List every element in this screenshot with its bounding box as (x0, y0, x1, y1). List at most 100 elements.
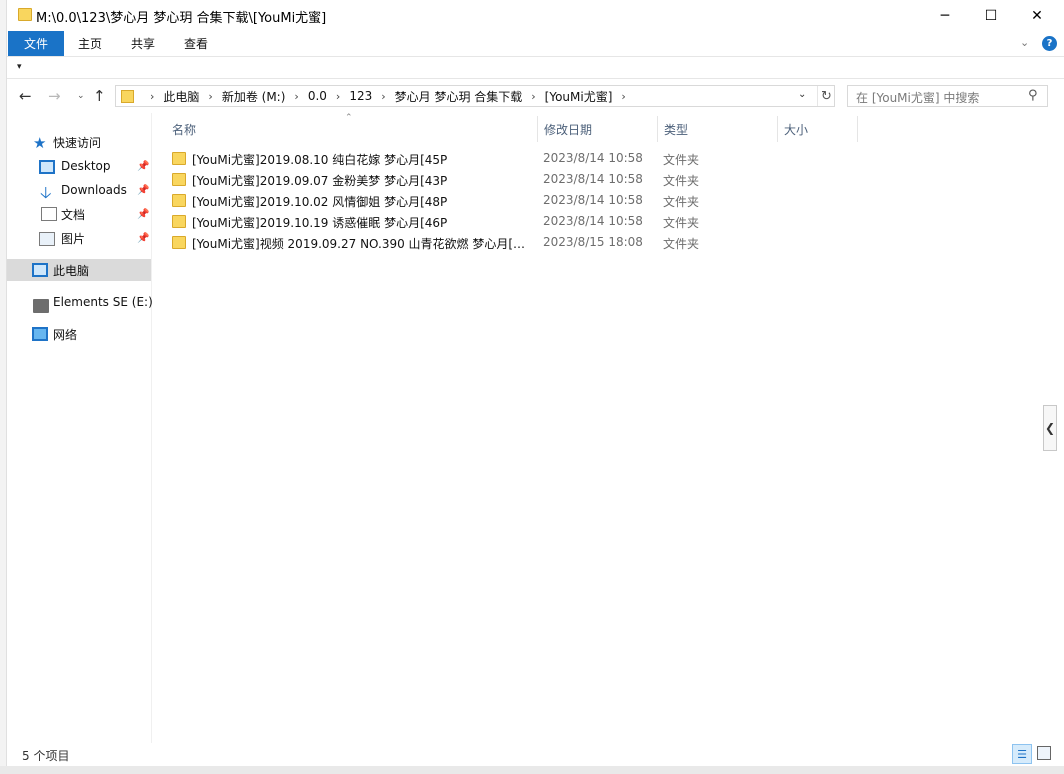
star-icon: ★ (33, 134, 47, 152)
file-type: 文件夹 (663, 237, 700, 251)
file-row[interactable]: [YouMi尤蜜]视频 2019.09.27 NO.390 山青花欲燃 梦心月[… (166, 232, 741, 253)
sidebar-item-label: Desktop (61, 159, 111, 173)
ribbon-tabs: 文件 主页 共享 查看 ⌄ ? (7, 31, 1064, 57)
sidebar-item-drive[interactable]: Elements SE (E:) (7, 291, 153, 313)
file-row[interactable]: [YouMi尤蜜]2019.09.07 金粉美梦 梦心月[43P 2023/8/… (166, 169, 741, 190)
navigation-pane: ★ 快速访问 Desktop 📌 🡣 Downloads 📌 文档 📌 图片 📌… (7, 113, 153, 743)
column-divider[interactable] (777, 116, 778, 142)
address-row: ← → ⌄ ↑ › 此电脑 › 新加卷 (M:) › 0.0 › 123 › 梦… (7, 79, 1064, 113)
breadcrumb-separator[interactable]: › (294, 90, 298, 103)
search-input[interactable]: 在 [YouMi尤蜜] 中搜索 ⚲ (847, 85, 1048, 107)
file-date: 2023/8/14 10:58 (543, 214, 643, 228)
file-explorer-window: M:\0.0\123\梦心月 梦心玥 合集下载\[YouMi尤蜜] ─ ☐ ✕ … (7, 0, 1064, 766)
folder-icon (172, 194, 186, 207)
background-window-bottom (0, 766, 1064, 774)
computer-icon (32, 263, 48, 277)
file-type: 文件夹 (663, 216, 700, 230)
sidebar-item-label: 此电脑 (53, 263, 90, 278)
column-header-size[interactable]: 大小 (784, 121, 808, 138)
breadcrumb-current[interactable]: [YouMi尤蜜] (545, 88, 613, 105)
column-header-name[interactable]: 名称 (172, 121, 196, 138)
desktop-icon (39, 160, 55, 174)
tab-home[interactable]: 主页 (64, 31, 116, 56)
sidebar-item-downloads[interactable]: 🡣 Downloads 📌 (7, 179, 151, 202)
title-bar: M:\0.0\123\梦心月 梦心玥 合集下载\[YouMi尤蜜] ─ ☐ ✕ (7, 0, 1064, 31)
breadcrumb-separator[interactable]: › (208, 90, 212, 103)
sidebar-item-label: 快速访问 (53, 135, 102, 150)
quick-access-toolbar: ▾ (7, 57, 1064, 79)
recent-locations-icon[interactable]: ⌄ (77, 91, 85, 101)
pin-icon: 📌 (137, 160, 150, 172)
window-title: M:\0.0\123\梦心月 梦心玥 合集下载\[YouMi尤蜜] (36, 11, 327, 26)
breadcrumb-separator[interactable]: › (531, 90, 535, 103)
breadcrumb-folder[interactable]: 123 (349, 89, 372, 103)
file-row[interactable]: [YouMi尤蜜]2019.10.02 风情御姐 梦心月[48P 2023/8/… (166, 190, 741, 211)
sidebar-item-label: 文档 (61, 207, 86, 222)
file-name: [YouMi尤蜜]2019.09.07 金粉美梦 梦心月[43P (192, 174, 448, 188)
sidebar-item-quick-access[interactable]: ★ 快速访问 (7, 131, 151, 153)
details-view-icon[interactable]: ☰ (1012, 744, 1032, 764)
file-row[interactable]: [YouMi尤蜜]2019.10.19 诱惑催眠 梦心月[46P 2023/8/… (166, 211, 741, 232)
breadcrumb-this-pc[interactable]: 此电脑 (163, 88, 199, 105)
minimize-button[interactable]: ─ (922, 0, 968, 31)
sidebar-item-desktop[interactable]: Desktop 📌 (7, 155, 151, 177)
file-name: [YouMi尤蜜]2019.10.19 诱惑催眠 梦心月[46P (192, 216, 448, 230)
file-type: 文件夹 (663, 174, 700, 188)
back-arrow-icon[interactable]: ← (19, 87, 32, 105)
chevron-left-icon[interactable]: ❮ (1043, 405, 1057, 451)
folder-icon (121, 89, 134, 103)
column-divider[interactable] (857, 116, 858, 142)
drive-icon (33, 299, 49, 313)
folder-icon (172, 152, 186, 165)
file-row[interactable]: [YouMi尤蜜]2019.08.10 纯白花嫁 梦心月[45P 2023/8/… (166, 148, 741, 169)
sidebar-item-documents[interactable]: 文档 📌 (7, 203, 151, 225)
breadcrumb-folder[interactable]: 0.0 (308, 89, 327, 103)
breadcrumb-separator[interactable]: › (621, 90, 625, 103)
folder-icon (172, 215, 186, 228)
sidebar-item-label: 图片 (61, 231, 86, 246)
file-date: 2023/8/14 10:58 (543, 151, 643, 165)
large-icons-view-icon[interactable] (1037, 746, 1051, 760)
breadcrumb-separator[interactable]: › (381, 90, 385, 103)
tab-share[interactable]: 共享 (117, 31, 169, 56)
column-header-type[interactable]: 类型 (664, 121, 688, 138)
customize-toolbar-icon[interactable]: ▾ (17, 62, 22, 72)
close-button[interactable]: ✕ (1014, 0, 1060, 31)
breadcrumb-separator[interactable]: › (336, 90, 340, 103)
sidebar-item-pictures[interactable]: 图片 📌 (7, 227, 151, 249)
file-date: 2023/8/14 10:58 (543, 172, 643, 186)
breadcrumb-separator[interactable]: › (150, 90, 154, 103)
chevron-down-icon[interactable]: ⌄ (798, 89, 806, 100)
file-type: 文件夹 (663, 195, 700, 209)
address-bar[interactable]: › 此电脑 › 新加卷 (M:) › 0.0 › 123 › 梦心月 梦心玥 合… (115, 85, 835, 107)
column-header-date[interactable]: 修改日期 (544, 121, 592, 138)
document-icon (41, 207, 57, 221)
sidebar-item-label: 网络 (53, 327, 78, 342)
breadcrumb-folder[interactable]: 梦心月 梦心玥 合集下载 (395, 88, 523, 105)
column-divider[interactable] (537, 116, 538, 142)
file-date: 2023/8/15 18:08 (543, 235, 643, 249)
file-date: 2023/8/14 10:58 (543, 193, 643, 207)
file-name: [YouMi尤蜜]2019.08.10 纯白花嫁 梦心月[45P (192, 153, 448, 167)
sidebar-item-network[interactable]: 网络 (7, 323, 151, 345)
sidebar-item-this-pc[interactable]: 此电脑 (7, 259, 151, 281)
pin-icon: 📌 (137, 208, 150, 220)
chevron-down-icon[interactable]: ⌄ (1020, 36, 1029, 49)
picture-icon (39, 232, 55, 246)
pin-icon: 📌 (137, 184, 150, 196)
sidebar-item-label: Elements SE (E:) (53, 295, 153, 309)
tab-file[interactable]: 文件 (8, 31, 64, 56)
maximize-button[interactable]: ☐ (968, 0, 1014, 31)
help-icon[interactable]: ? (1042, 36, 1057, 51)
tab-view[interactable]: 查看 (170, 31, 222, 56)
search-icon[interactable]: ⚲ (1028, 88, 1038, 103)
refresh-icon[interactable]: ↻ (817, 86, 835, 106)
sort-ascending-icon: ⌃ (345, 113, 353, 123)
item-count: 5 个项目 (22, 749, 70, 763)
column-divider[interactable] (657, 116, 658, 142)
file-name: [YouMi尤蜜]视频 2019.09.27 NO.390 山青花欲燃 梦心月[… (192, 237, 532, 251)
forward-arrow-icon[interactable]: → (48, 87, 61, 105)
up-arrow-icon[interactable]: ↑ (93, 87, 106, 105)
breadcrumb-drive[interactable]: 新加卷 (M:) (222, 88, 286, 105)
file-list: ⌃ 名称 修改日期 类型 大小 [YouMi尤蜜]2019.08.10 纯白花嫁… (153, 113, 1043, 743)
